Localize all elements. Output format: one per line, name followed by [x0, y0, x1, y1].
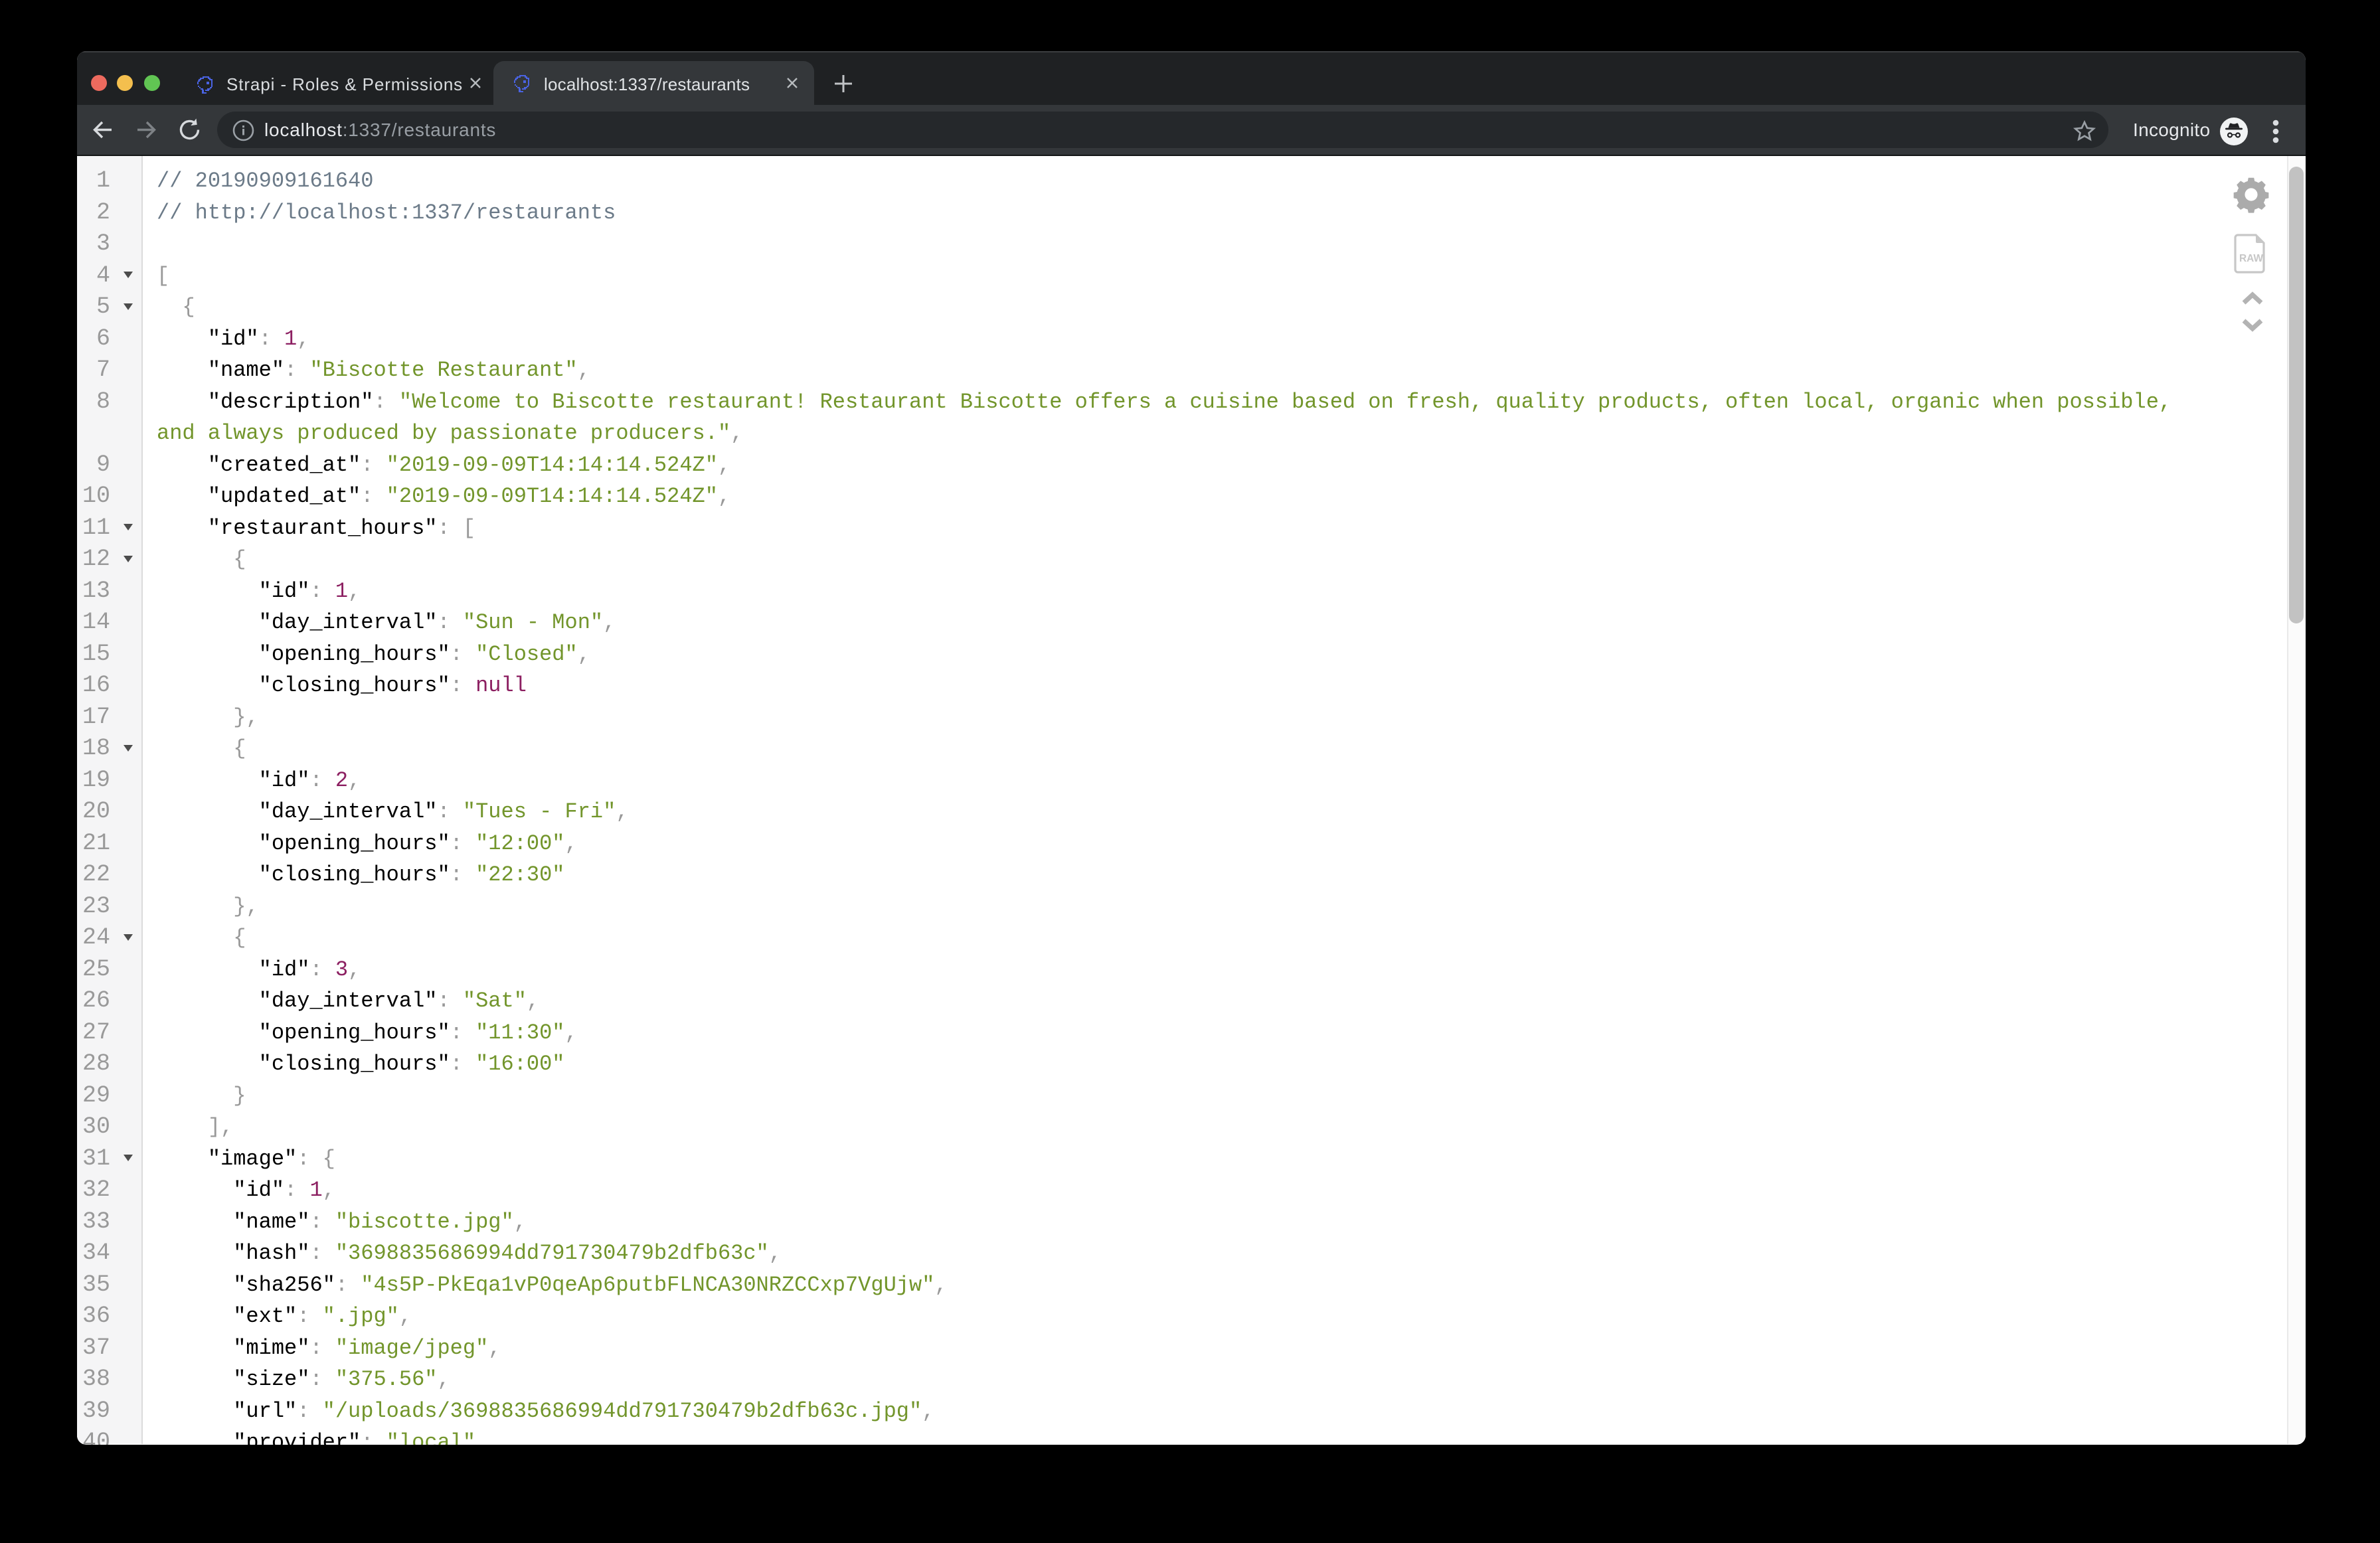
- svg-text:RAW: RAW: [2239, 253, 2264, 264]
